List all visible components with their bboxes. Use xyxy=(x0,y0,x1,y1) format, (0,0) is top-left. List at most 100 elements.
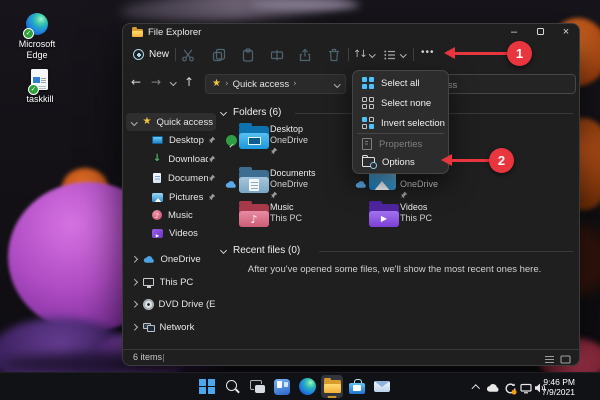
rename-button[interactable] xyxy=(270,48,284,62)
sidebar-item-videos[interactable]: Videos xyxy=(126,224,216,242)
search-button[interactable] xyxy=(221,375,243,398)
chevron-right-icon[interactable] xyxy=(131,256,137,262)
chevron-down-icon[interactable] xyxy=(131,119,137,125)
network-icon xyxy=(143,323,155,332)
title-bar[interactable]: File Explorer – × xyxy=(123,24,579,41)
cut-button[interactable] xyxy=(181,48,195,62)
taskbar: 9:46 PM 7/9/2021 xyxy=(0,372,600,400)
menu-divider xyxy=(357,133,444,134)
folder-item-desktop[interactable]: Desktop OneDrive xyxy=(226,123,352,163)
pin-icon xyxy=(270,191,278,199)
sidebar-item-desktop[interactable]: Desktop xyxy=(126,131,216,149)
forward-button[interactable]: → xyxy=(151,67,161,99)
chevron-down-icon xyxy=(400,51,406,57)
sidebar-item-music[interactable]: Music xyxy=(126,206,216,224)
sidebar-item-documents[interactable]: Documents xyxy=(126,169,216,187)
downloads-icon: ↓ xyxy=(153,154,161,164)
minimize-button[interactable]: – xyxy=(501,24,527,41)
folder-subtitle: OneDrive xyxy=(400,179,438,190)
videos-icon xyxy=(152,229,163,238)
folder-subtitle: OneDrive xyxy=(270,179,316,190)
paste-button[interactable] xyxy=(241,48,255,62)
sidebar-item-downloads[interactable]: ↓ Downloads xyxy=(126,150,216,168)
breadcrumb[interactable]: ★ › Quick access › xyxy=(205,74,346,94)
desktop-icon-label: taskkill xyxy=(11,94,69,105)
widgets-button[interactable] xyxy=(271,375,293,398)
new-button[interactable]: New xyxy=(133,46,169,63)
videos-folder-icon: ▶ xyxy=(369,204,399,227)
task-view-icon xyxy=(249,379,266,395)
pin-icon xyxy=(208,193,216,201)
menu-item-select-all[interactable]: Select all xyxy=(355,73,446,93)
recent-files-section-chevron[interactable] xyxy=(220,247,227,254)
task-view-button[interactable] xyxy=(246,375,268,398)
status-bar: 6 items xyxy=(123,349,579,365)
details-view-button[interactable] xyxy=(544,354,555,363)
menu-item-options[interactable]: Options xyxy=(355,153,446,171)
folders-section-chevron[interactable] xyxy=(220,109,227,116)
recent-locations-chevron[interactable] xyxy=(170,79,176,85)
share-button[interactable] xyxy=(298,48,312,62)
tray-time: 9:46 PM xyxy=(531,377,575,388)
cloud-status-icon xyxy=(355,180,368,189)
maximize-button[interactable] xyxy=(527,24,553,41)
onedrive-cloud-icon xyxy=(143,255,156,264)
mail-taskbar-button[interactable] xyxy=(371,375,393,398)
copy-button[interactable] xyxy=(212,48,226,62)
back-button[interactable]: ← xyxy=(131,67,141,99)
music-folder-icon: ♪ xyxy=(239,204,269,227)
recent-files-empty-message: After you've opened some files, we'll sh… xyxy=(216,264,573,275)
file-explorer-taskbar-button[interactable] xyxy=(321,375,343,398)
chevron-down-icon[interactable] xyxy=(334,81,340,87)
music-icon xyxy=(152,210,162,220)
chevron-right-icon[interactable] xyxy=(131,324,137,330)
edge-taskbar-button[interactable] xyxy=(296,375,318,398)
sync-check-badge: ✓ xyxy=(23,28,34,39)
folder-title: Music xyxy=(270,202,302,213)
store-taskbar-button[interactable] xyxy=(346,375,368,398)
folders-section-header[interactable]: Folders (6) xyxy=(233,107,281,118)
taskbar-center-icons xyxy=(196,375,393,398)
desktop-screen: ✓ Microsoft Edge ✓ taskkill File Explore… xyxy=(0,0,600,400)
taskbar-clock[interactable]: 9:46 PM 7/9/2021 xyxy=(531,377,575,398)
desktop-icon-label: Microsoft Edge xyxy=(13,39,61,61)
quick-access-star-icon: ★ xyxy=(212,79,221,89)
delete-button[interactable] xyxy=(327,48,341,62)
menu-item-invert-selection[interactable]: Invert selection xyxy=(355,113,446,133)
folder-item-videos[interactable]: ▶ Videos This PC xyxy=(356,201,482,241)
sort-button[interactable]: ↑↓ xyxy=(353,49,366,60)
sidebar-item-network[interactable]: Network xyxy=(126,318,216,336)
see-more-button[interactable]: ••• xyxy=(421,47,435,58)
tray-overflow-chevron[interactable] xyxy=(472,385,480,393)
onedrive-tray-icon[interactable] xyxy=(486,383,501,393)
options-folder-gear-icon xyxy=(362,157,375,167)
chevron-right-icon[interactable] xyxy=(131,301,137,307)
wallpaper-blob xyxy=(250,0,360,10)
sync-ok-icon xyxy=(226,135,237,146)
sync-tray-icon[interactable] xyxy=(504,382,517,395)
dvd-drive-icon xyxy=(143,299,154,310)
start-button[interactable] xyxy=(196,375,218,398)
toolbar-divider xyxy=(175,48,176,61)
sidebar-item-this-pc[interactable]: This PC xyxy=(126,273,216,291)
view-button[interactable] xyxy=(383,48,397,62)
sidebar-item-onedrive[interactable]: OneDrive xyxy=(126,250,216,268)
toolbar-divider xyxy=(348,48,349,61)
file-explorer-icon xyxy=(324,380,341,393)
up-button[interactable]: ↑ xyxy=(184,67,194,99)
sidebar-item-dvd-drive[interactable]: DVD Drive (E:) ESD-I xyxy=(126,295,216,313)
large-icons-view-button[interactable] xyxy=(560,354,571,363)
sidebar-item-pictures[interactable]: Pictures xyxy=(126,188,216,206)
folder-item-music[interactable]: ♪ Music This PC xyxy=(226,201,352,241)
pin-icon xyxy=(400,191,408,199)
breadcrumb-root[interactable]: Quick access xyxy=(233,79,290,90)
folder-title: Documents xyxy=(270,168,316,179)
close-button[interactable]: × xyxy=(553,24,579,41)
sidebar-item-quick-access[interactable]: ★ Quick access xyxy=(126,113,216,131)
section-divider xyxy=(319,251,573,252)
new-button-label: New xyxy=(149,49,169,60)
tray-date: 7/9/2021 xyxy=(531,387,575,398)
chevron-right-icon[interactable] xyxy=(131,279,137,285)
menu-item-select-none[interactable]: Select none xyxy=(355,93,446,113)
recent-files-section-header[interactable]: Recent files (0) xyxy=(233,245,300,256)
